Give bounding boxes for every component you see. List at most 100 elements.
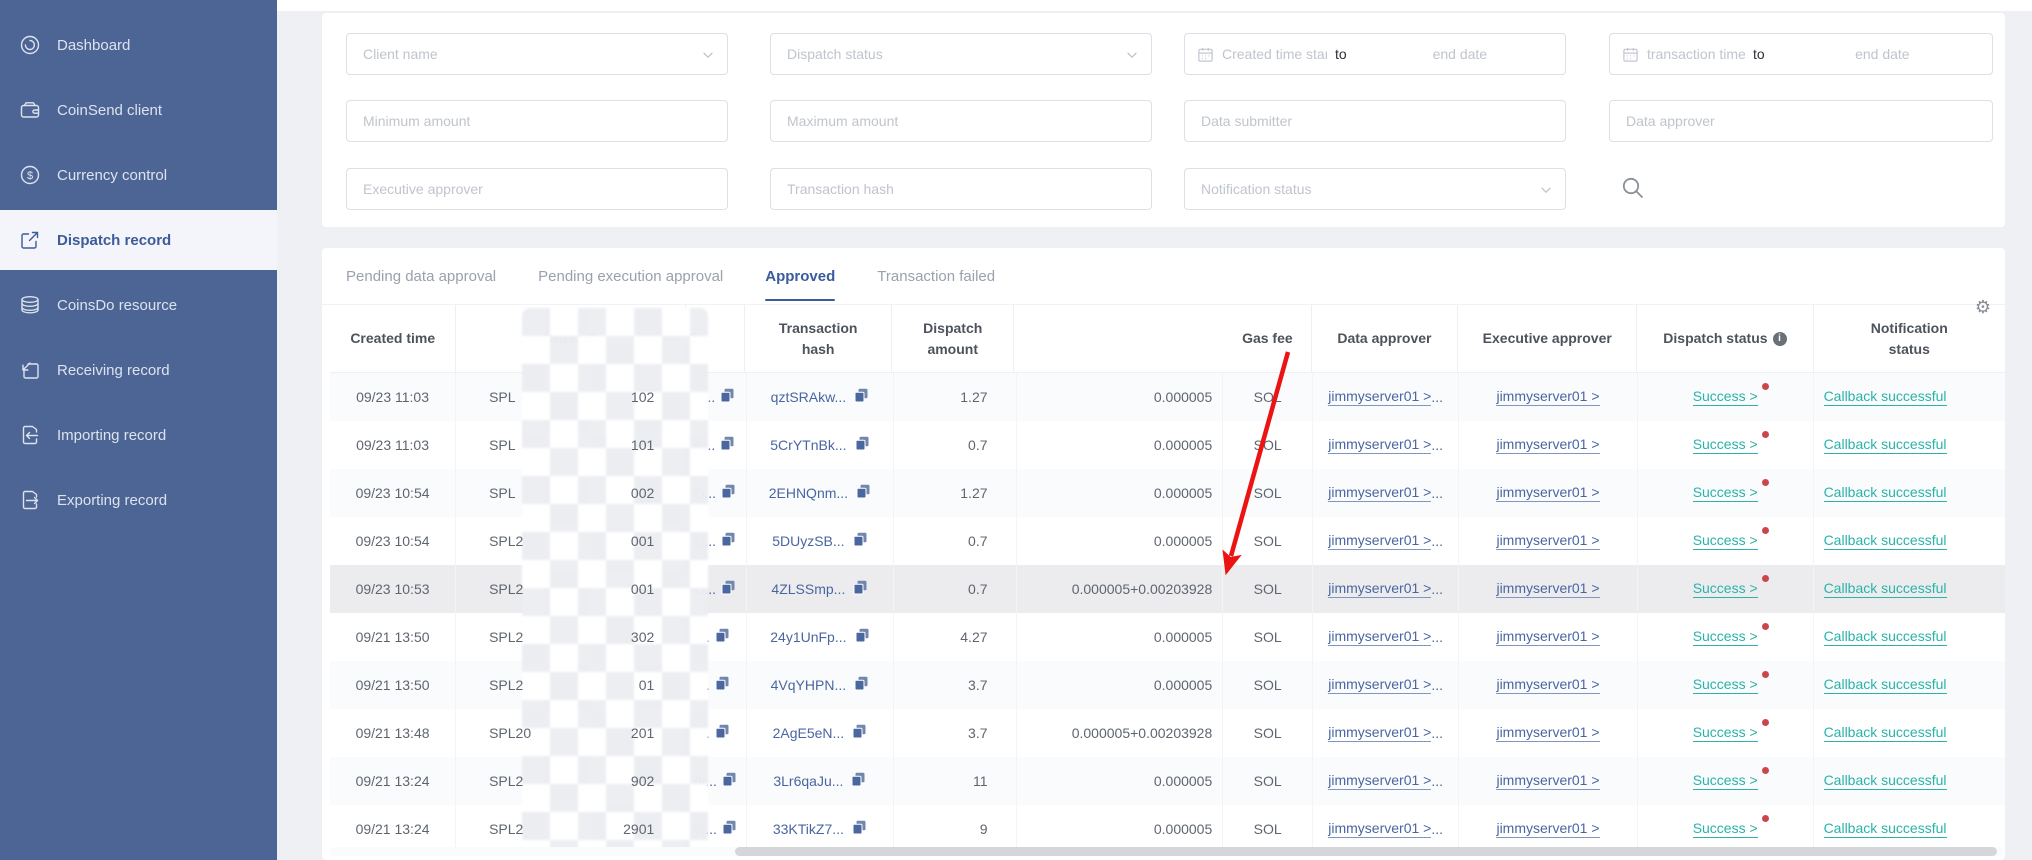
copy-icon[interactable] bbox=[852, 724, 867, 742]
sidebar-item[interactable]: Exporting record bbox=[0, 470, 277, 530]
transaction-hash-link[interactable]: 2AgE5eN... bbox=[773, 725, 845, 741]
horizontal-scrollbar[interactable] bbox=[330, 847, 2003, 856]
executive-approver-input[interactable]: Executive approver bbox=[346, 168, 728, 210]
dispatch-status-link[interactable]: Success > bbox=[1692, 479, 1769, 502]
notification-status-link[interactable]: Callback successful bbox=[1823, 820, 1947, 838]
transaction-hash-link[interactable]: 33KTikZ7... bbox=[773, 821, 844, 837]
notification-status-link[interactable]: Callback successful bbox=[1823, 532, 1947, 550]
data-approver-input[interactable]: Data approver bbox=[1609, 100, 1993, 142]
copy-icon[interactable] bbox=[854, 388, 869, 406]
transaction-hash-link[interactable]: 4VqYHPN... bbox=[771, 677, 846, 693]
minimum-amount-input[interactable]: Minimum amount bbox=[346, 100, 728, 142]
executive-approver-link[interactable]: jimmyserver01 > bbox=[1496, 628, 1600, 646]
status-tab[interactable]: Pending data approval bbox=[346, 248, 496, 304]
notification-status-link[interactable]: Callback successful bbox=[1823, 724, 1947, 742]
executive-approver-link[interactable]: jimmyserver01 > bbox=[1496, 772, 1600, 790]
header-transaction-hash[interactable]: Transaction hash bbox=[745, 305, 893, 372]
data-approver-link[interactable]: jimmyserver01 > bbox=[1328, 628, 1432, 646]
data-approver-link[interactable]: jimmyserver01 > bbox=[1328, 724, 1432, 742]
transaction-hash-link[interactable]: 4ZLSSmp... bbox=[771, 581, 845, 597]
data-approver-link[interactable]: jimmyserver01 > bbox=[1328, 772, 1432, 790]
dispatch-status-link[interactable]: Success > bbox=[1692, 671, 1769, 694]
transaction-time-range-picker[interactable]: transaction time start to end date bbox=[1609, 33, 1993, 75]
transaction-hash-input[interactable]: Transaction hash bbox=[770, 168, 1152, 210]
executive-approver-link[interactable]: jimmyserver01 > bbox=[1496, 820, 1600, 838]
data-submitter-input[interactable]: Data submitter bbox=[1184, 100, 1566, 142]
transaction-hash-link[interactable]: 5DUyzSB... bbox=[772, 533, 844, 549]
copy-icon[interactable] bbox=[854, 676, 869, 694]
copy-icon[interactable] bbox=[715, 676, 730, 694]
copy-icon[interactable] bbox=[720, 388, 735, 406]
created-time-range-picker[interactable]: Created time start date to end date bbox=[1184, 33, 1566, 75]
executive-approver-link[interactable]: jimmyserver01 > bbox=[1496, 484, 1600, 502]
status-tab[interactable]: Pending execution approval bbox=[538, 248, 723, 304]
notification-status-link[interactable]: Callback successful bbox=[1823, 628, 1947, 646]
notification-status-link[interactable]: Callback successful bbox=[1823, 580, 1947, 598]
copy-icon[interactable] bbox=[720, 436, 735, 454]
data-approver-link[interactable]: jimmyserver01 > bbox=[1328, 436, 1432, 454]
header-executive-approver[interactable]: Executive approver bbox=[1458, 305, 1638, 372]
dispatch-status-select[interactable]: Dispatch status bbox=[770, 33, 1152, 75]
dispatch-status-link[interactable]: Success > bbox=[1692, 719, 1769, 742]
header-created-time[interactable]: Created time bbox=[330, 305, 457, 372]
data-approver-link[interactable]: jimmyserver01 > bbox=[1328, 388, 1432, 406]
copy-icon[interactable] bbox=[853, 532, 868, 550]
dispatch-status-link[interactable]: Success > bbox=[1692, 767, 1769, 790]
header-dispatch-status[interactable]: Dispatch status i bbox=[1637, 305, 1814, 372]
copy-icon[interactable] bbox=[721, 580, 736, 598]
transaction-hash-link[interactable]: 2EHNQnm... bbox=[769, 485, 848, 501]
dispatch-status-link[interactable]: Success > bbox=[1692, 623, 1769, 646]
dispatch-status-link[interactable]: Success > bbox=[1692, 383, 1769, 406]
notification-status-link[interactable]: Callback successful bbox=[1823, 676, 1947, 694]
transaction-hash-link[interactable]: 3Lr6qaJu... bbox=[773, 773, 843, 789]
transaction-hash-link[interactable]: 24y1UnFp... bbox=[770, 629, 846, 645]
data-approver-link[interactable]: jimmyserver01 > bbox=[1328, 820, 1432, 838]
copy-icon[interactable] bbox=[851, 772, 866, 790]
copy-icon[interactable] bbox=[856, 484, 871, 502]
info-icon[interactable]: i bbox=[1772, 331, 1787, 346]
transaction-hash-link[interactable]: qztSRAkw... bbox=[771, 389, 846, 405]
copy-icon[interactable] bbox=[853, 580, 868, 598]
copy-icon[interactable] bbox=[715, 628, 730, 646]
notification-status-select[interactable]: Notification status bbox=[1184, 168, 1566, 210]
copy-icon[interactable] bbox=[722, 772, 737, 790]
sidebar-item[interactable]: CoinsDo resource bbox=[0, 275, 277, 335]
sidebar-item[interactable]: Importing record bbox=[0, 405, 277, 465]
client-name-select[interactable]: Client name bbox=[346, 33, 728, 75]
data-approver-link[interactable]: jimmyserver01 > bbox=[1328, 484, 1432, 502]
notification-status-link[interactable]: Callback successful bbox=[1823, 484, 1947, 502]
copy-icon[interactable] bbox=[721, 484, 736, 502]
copy-icon[interactable] bbox=[855, 436, 870, 454]
status-tab[interactable]: Transaction failed bbox=[877, 248, 995, 304]
dispatch-status-link[interactable]: Success > bbox=[1692, 815, 1769, 838]
header-gas-fee[interactable]: Gas fee bbox=[1014, 305, 1312, 372]
gear-icon[interactable]: ⚙ bbox=[1975, 298, 1991, 316]
data-approver-link[interactable]: jimmyserver01 > bbox=[1328, 676, 1432, 694]
copy-icon[interactable] bbox=[722, 820, 737, 838]
executive-approver-link[interactable]: jimmyserver01 > bbox=[1496, 724, 1600, 742]
executive-approver-link[interactable]: jimmyserver01 > bbox=[1496, 436, 1600, 454]
transaction-hash-link[interactable]: 5CrYTnBk... bbox=[770, 437, 846, 453]
data-approver-link[interactable]: jimmyserver01 > bbox=[1328, 532, 1432, 550]
header-data-approver[interactable]: Data approver bbox=[1312, 305, 1459, 372]
dispatch-status-link[interactable]: Success > bbox=[1692, 431, 1769, 454]
search-icon[interactable] bbox=[1620, 175, 1648, 203]
copy-icon[interactable] bbox=[721, 532, 736, 550]
executive-approver-link[interactable]: jimmyserver01 > bbox=[1496, 580, 1600, 598]
copy-icon[interactable] bbox=[715, 724, 730, 742]
executive-approver-link[interactable]: jimmyserver01 > bbox=[1496, 532, 1600, 550]
sidebar-item[interactable]: $ Currency control bbox=[0, 145, 277, 205]
notification-status-link[interactable]: Callback successful bbox=[1823, 436, 1947, 454]
header-dispatch-amount[interactable]: Dispatch amount bbox=[892, 305, 1015, 372]
notification-status-link[interactable]: Callback successful bbox=[1823, 388, 1947, 406]
maximum-amount-input[interactable]: Maximum amount bbox=[770, 100, 1152, 142]
dispatch-status-link[interactable]: Success > bbox=[1692, 527, 1769, 550]
data-approver-link[interactable]: jimmyserver01 > bbox=[1328, 580, 1432, 598]
sidebar-item[interactable]: Dispatch record bbox=[0, 210, 277, 270]
dispatch-status-link[interactable]: Success > bbox=[1692, 575, 1769, 598]
sidebar-item[interactable]: Receiving record bbox=[0, 340, 277, 400]
sidebar-item[interactable]: Dashboard bbox=[0, 15, 277, 75]
status-tab[interactable]: Approved bbox=[765, 248, 836, 304]
notification-status-link[interactable]: Callback successful bbox=[1823, 772, 1947, 790]
sidebar-item[interactable]: CoinSend client bbox=[0, 80, 277, 140]
